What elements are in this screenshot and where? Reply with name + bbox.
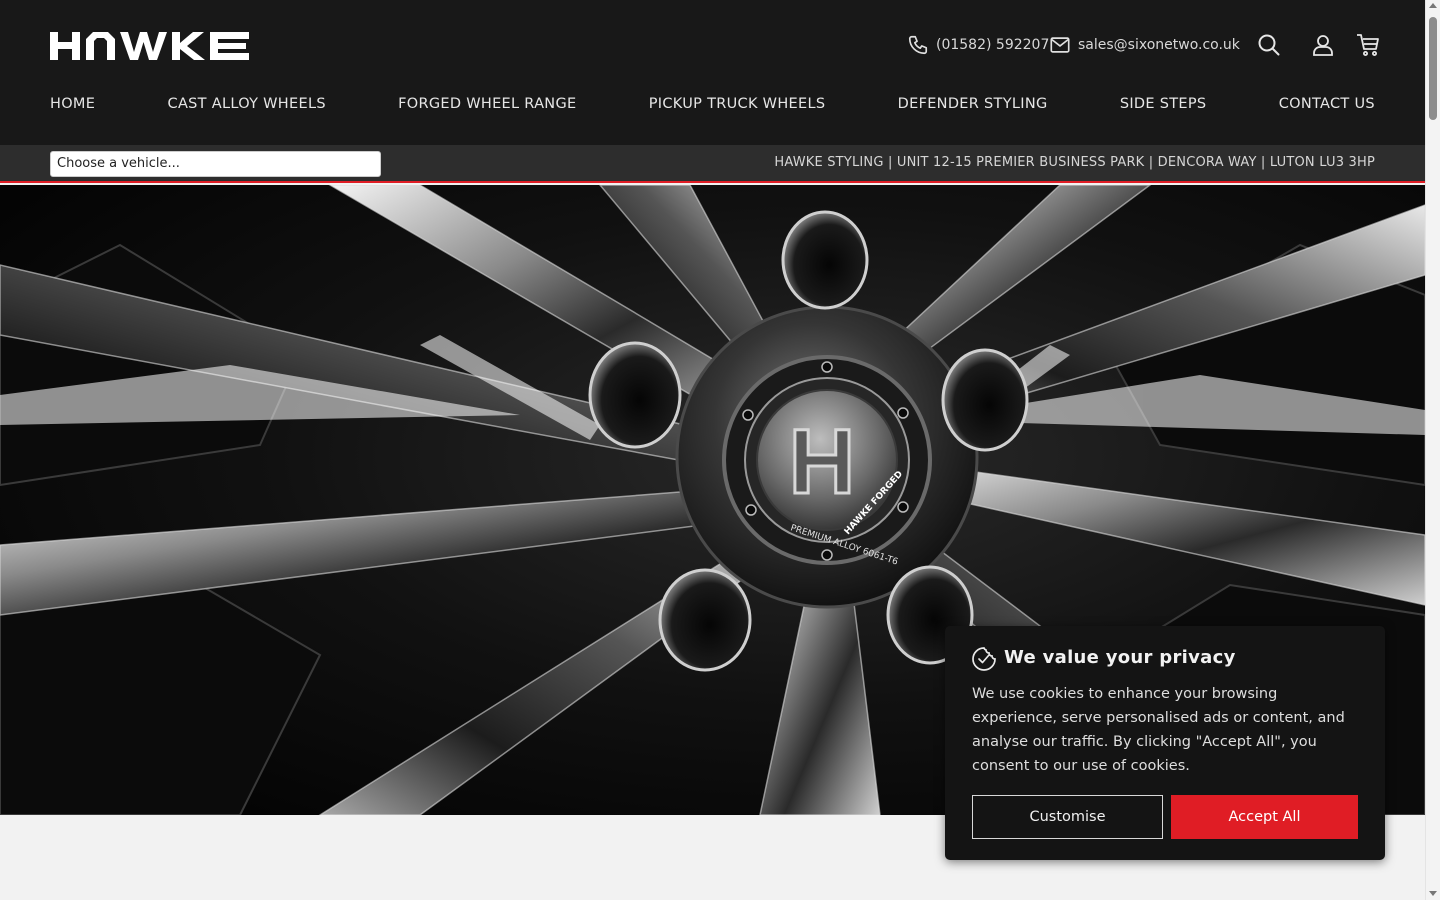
scroll-down-arrow-icon[interactable] <box>1429 891 1437 896</box>
cookie-title: We value your privacy <box>1004 647 1236 668</box>
mail-icon <box>1050 37 1070 53</box>
search-button[interactable] <box>1256 32 1282 58</box>
site-header: (01582) 592207 sales@sixonetwo.co.uk HOM… <box>0 0 1425 145</box>
phone-contact[interactable]: (01582) 592207 <box>907 33 1049 57</box>
account-icon <box>1313 35 1333 56</box>
customise-button[interactable]: Customise <box>972 795 1163 839</box>
email-address[interactable]: sales@sixonetwo.co.uk <box>1078 37 1240 53</box>
cookie-consent-dialog: We value your privacy We use cookies to … <box>945 626 1385 860</box>
cart-icon <box>1357 34 1379 56</box>
phone-icon <box>908 35 928 55</box>
nav-item-contact-us[interactable]: CONTACT US <box>1279 96 1375 112</box>
nav-item-cast-alloy-wheels[interactable]: CAST ALLOY WHEELS <box>168 96 326 112</box>
cookie-description: We use cookies to enhance your browsing … <box>972 686 1345 774</box>
vehicle-selector[interactable]: Choose a vehicle... <box>50 151 381 177</box>
nav-item-pickup-truck-wheels[interactable]: PICKUP TRUCK WHEELS <box>649 96 826 112</box>
nav-item-home[interactable]: HOME <box>50 96 95 112</box>
nav-item-forged-wheel-range[interactable]: FORGED WHEEL RANGE <box>398 96 576 112</box>
account-button[interactable] <box>1310 32 1336 58</box>
vehicle-subbar: Choose a vehicle... HAWKE STYLING | UNIT… <box>0 145 1425 183</box>
accept-all-button[interactable]: Accept All <box>1171 795 1358 839</box>
phone-number[interactable]: (01582) 592207 <box>936 37 1049 53</box>
business-address: HAWKE STYLING | UNIT 12-15 PREMIER BUSIN… <box>774 155 1375 170</box>
cart-button[interactable] <box>1355 32 1381 58</box>
page-scrollbar[interactable] <box>1425 0 1440 900</box>
nav-item-side-steps[interactable]: SIDE STEPS <box>1120 96 1207 112</box>
hawke-logo[interactable] <box>50 31 250 61</box>
nav-item-defender-styling[interactable]: DEFENDER STYLING <box>898 96 1048 112</box>
email-contact[interactable]: sales@sixonetwo.co.uk <box>1049 33 1240 57</box>
centre-cap-letter: H <box>789 411 855 513</box>
main-nav: HOME CAST ALLOY WHEELS FORGED WHEEL RANG… <box>50 93 1375 115</box>
search-icon <box>1258 34 1280 56</box>
scroll-thumb[interactable] <box>1429 17 1437 120</box>
cookie-badge-icon <box>971 646 997 672</box>
scroll-up-arrow-icon[interactable] <box>1429 3 1437 8</box>
